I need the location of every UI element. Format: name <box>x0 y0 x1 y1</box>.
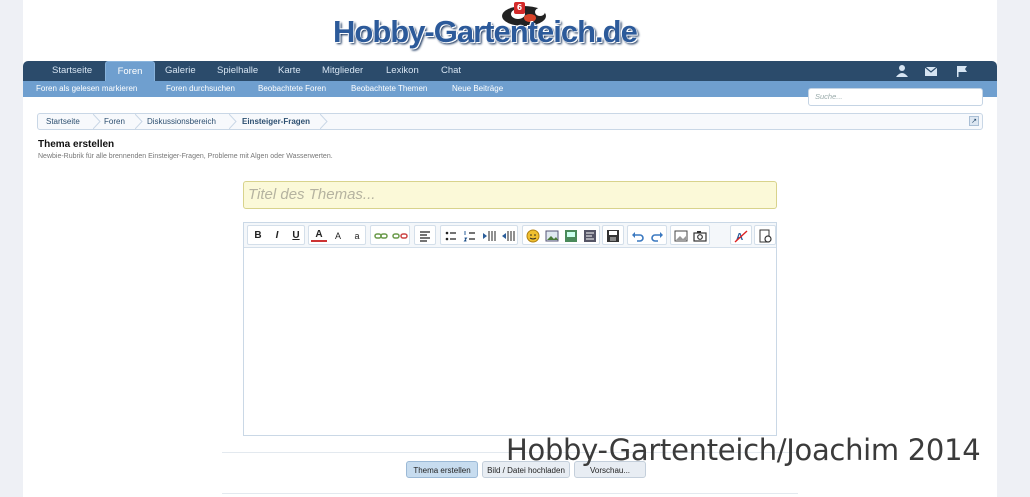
undo-icon[interactable] <box>630 228 646 244</box>
link-icon[interactable] <box>373 228 389 244</box>
numbered-list-icon[interactable] <box>462 228 478 244</box>
search-forums-link[interactable]: Foren durchsuchen <box>166 81 235 97</box>
save-icon[interactable] <box>605 228 621 244</box>
user-icon[interactable] <box>895 64 909 78</box>
page-title: Thema erstellen <box>38 139 115 150</box>
tab-startseite[interactable]: Startseite <box>52 61 92 81</box>
toolbar-group-list <box>440 225 518 245</box>
search-input[interactable]: Suche... <box>808 88 983 106</box>
watermark-text: Hobby-Gartenteich/Joachim 2014 <box>506 433 981 467</box>
font-color-icon[interactable]: A <box>311 228 327 242</box>
main-navigation: Startseite Foren Galerie Spielhalle Kart… <box>23 61 997 81</box>
toolbar-group-align <box>414 225 436 245</box>
font-size-icon[interactable]: A <box>330 228 346 244</box>
gallery-icon[interactable] <box>673 228 689 244</box>
tab-foren[interactable]: Foren <box>105 61 155 81</box>
redo-icon[interactable] <box>649 228 665 244</box>
unlink-icon[interactable] <box>392 228 408 244</box>
outdent-icon[interactable] <box>481 228 497 244</box>
flag-icon[interactable] <box>955 64 969 78</box>
create-thread-button[interactable]: Thema erstellen <box>406 461 478 478</box>
editor-toolbar: B I U A A a <box>244 223 776 248</box>
watched-forums-link[interactable]: Beobachtete Foren <box>258 81 326 97</box>
media-icon[interactable] <box>563 228 579 244</box>
camera-icon[interactable] <box>692 228 708 244</box>
toolbar-group-font: A A a <box>308 225 366 245</box>
breadcrumb-separator-icon <box>135 114 143 129</box>
tab-mitglieder[interactable]: Mitglieder <box>322 61 363 81</box>
breadcrumb-startseite[interactable]: Startseite <box>46 114 80 129</box>
breadcrumb-diskussionsbereich[interactable]: Diskussionsbereich <box>147 114 216 129</box>
font-family-icon[interactable]: a <box>349 228 365 244</box>
toolbar-group-link <box>370 225 410 245</box>
italic-icon[interactable]: I <box>269 228 285 244</box>
toolbar-group-clear: A <box>730 225 752 245</box>
message-editor[interactable]: B I U A A a <box>243 222 777 436</box>
underline-icon[interactable]: U <box>288 228 304 244</box>
image-icon[interactable] <box>544 228 560 244</box>
smiley-icon[interactable] <box>525 228 541 244</box>
mark-forums-read-link[interactable]: Foren als gelesen markieren <box>36 81 137 97</box>
tab-karte[interactable]: Karte <box>278 61 301 81</box>
tab-spielhalle[interactable]: Spielhalle <box>217 61 258 81</box>
code-icon[interactable] <box>582 228 598 244</box>
toggle-bbcode-icon[interactable] <box>757 228 773 244</box>
toolbar-group-insert <box>522 225 600 245</box>
new-posts-link[interactable]: Neue Beiträge <box>452 81 503 97</box>
breadcrumb-separator-icon <box>320 114 328 129</box>
indent-icon[interactable] <box>500 228 516 244</box>
toolbar-group-toggle <box>754 225 776 245</box>
bold-icon[interactable]: B <box>250 228 266 244</box>
tab-chat[interactable]: Chat <box>441 61 461 81</box>
site-logo[interactable]: Hobby-Gartenteich.de <box>333 2 688 56</box>
breadcrumb-foren[interactable]: Foren <box>104 114 125 129</box>
toolbar-group-media <box>670 225 710 245</box>
divider <box>222 493 798 494</box>
thread-title-input[interactable]: Titel des Themas... <box>243 181 777 209</box>
mail-icon[interactable] <box>924 64 938 78</box>
breadcrumb-einsteiger-fragen[interactable]: Einsteiger-Fragen <box>242 114 310 129</box>
watched-threads-link[interactable]: Beobachtete Themen <box>351 81 427 97</box>
breadcrumb: Startseite Foren Diskussionsbereich Eins… <box>37 113 983 130</box>
toolbar-group-history <box>627 225 667 245</box>
page-description: Newbie-Rubrik für alle brennenden Einste… <box>38 153 333 160</box>
tab-lexikon[interactable]: Lexikon <box>386 61 419 81</box>
jump-to-icon[interactable]: ↗ <box>969 116 979 126</box>
breadcrumb-separator-icon <box>229 114 237 129</box>
toolbar-group-format: B I U <box>247 225 305 245</box>
remove-format-icon[interactable]: A <box>733 228 749 244</box>
bullet-list-icon[interactable] <box>443 228 459 244</box>
new-posts-badge: 6 <box>514 2 525 14</box>
align-icon[interactable] <box>417 228 433 244</box>
toolbar-group-draft <box>602 225 624 245</box>
breadcrumb-separator-icon <box>93 114 101 129</box>
tab-galerie[interactable]: Galerie <box>165 61 196 81</box>
logo-text: Hobby-Gartenteich.de <box>333 14 638 49</box>
